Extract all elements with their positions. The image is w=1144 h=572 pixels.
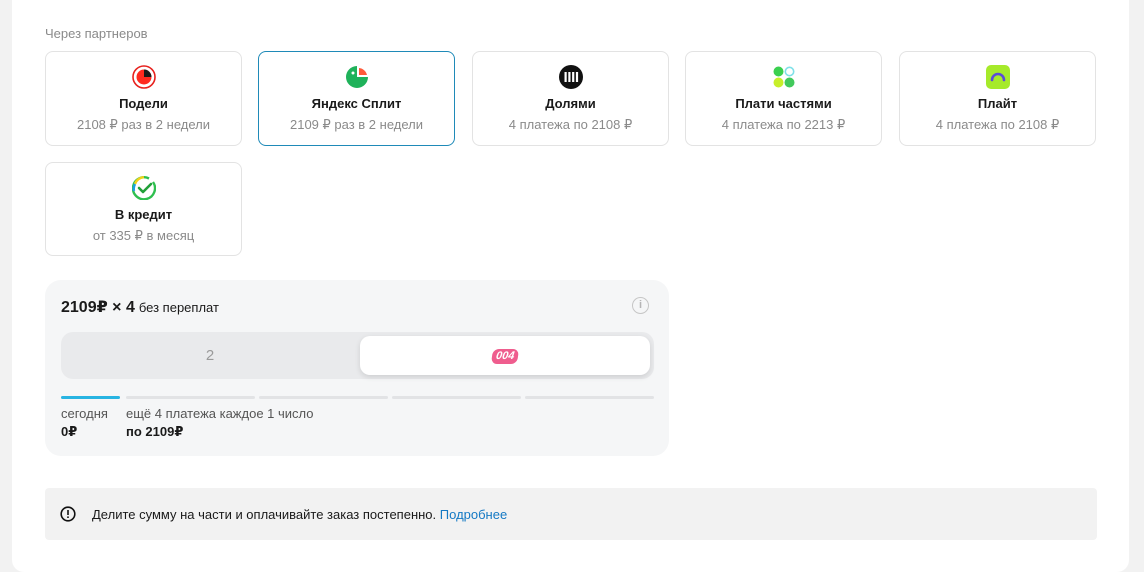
partner-card-dolyami[interactable]: Долями 4 платежа по 2108 ₽	[472, 51, 669, 146]
option-2-months[interactable]: 2	[65, 336, 355, 375]
partner-terms: 2108 ₽ раз в 2 недели	[76, 117, 210, 132]
partner-card-yandex-split[interactable]: Яндекс Сплит 2109 ₽ раз в 2 недели	[258, 51, 455, 146]
partner-card-plait[interactable]: Плайт 4 платежа по 2108 ₽	[899, 51, 1096, 146]
partner-terms: 2109 ₽ раз в 2 недели	[289, 117, 423, 132]
option-4-months[interactable]: 004	[360, 336, 650, 375]
partner-name: Яндекс Сплит	[311, 96, 402, 111]
progress-segment	[61, 396, 120, 399]
partner-terms: 4 платежа по 2108 ₽	[935, 117, 1060, 132]
progress-segment	[126, 396, 255, 399]
partner-card-podeli[interactable]: Подели 2108 ₽ раз в 2 недели	[45, 51, 242, 146]
next-payments-label: ещё 4 платежа каждое 1 число	[126, 406, 314, 421]
info-icon[interactable]: i	[632, 297, 649, 314]
split-details: 2109₽ × 4 без переплат i 2 004 сегодня 0₽…	[45, 280, 669, 456]
split-note: без переплат	[138, 300, 219, 315]
plait-logo-icon	[985, 65, 1010, 89]
promo-badge: 004	[490, 348, 520, 364]
partner-card-plati-chastyami[interactable]: Плати частями 4 платежа по 2213 ₽	[685, 51, 882, 146]
partner-name: Плайт	[977, 96, 1018, 111]
partner-terms: 4 платежа по 2213 ₽	[721, 117, 846, 132]
yandex-split-logo-icon	[345, 65, 369, 89]
partner-name: Подели	[119, 96, 168, 111]
dolyami-logo-icon	[558, 65, 583, 89]
notice-text: Делите сумму на части и оплачивайте зака…	[92, 507, 507, 522]
sber-credit-logo-icon	[131, 176, 156, 200]
progress-segment	[525, 396, 654, 399]
exclamation-circle-icon	[60, 506, 76, 522]
more-link[interactable]: Подробнее	[440, 507, 507, 522]
partner-name: Долями	[545, 96, 596, 111]
progress-segment	[392, 396, 521, 399]
plati-chastyami-logo-icon	[772, 65, 796, 89]
partner-name: Плати частями	[735, 96, 832, 111]
today-value: 0₽	[61, 424, 78, 439]
period-switch: 2 004	[61, 332, 654, 379]
split-amount: 2109₽ × 4	[61, 299, 135, 316]
partner-name: В кредит	[114, 207, 173, 222]
progress-segment	[259, 396, 388, 399]
info-notice: Делите сумму на части и оплачивайте зака…	[45, 488, 1097, 540]
podeli-logo-icon	[131, 65, 156, 89]
next-payments-value: по 2109₽	[126, 424, 184, 439]
notice-message: Делите сумму на части и оплачивайте зака…	[92, 507, 437, 522]
partner-terms: 4 платежа по 2108 ₽	[508, 117, 633, 132]
partner-card-credit[interactable]: В кредит от 335 ₽ в месяц	[45, 162, 242, 256]
split-headline: 2109₽ × 4 без переплат	[61, 297, 219, 317]
section-title: Через партнеров	[45, 26, 148, 41]
today-label: сегодня	[61, 406, 108, 421]
partner-terms: от 335 ₽ в месяц	[92, 228, 195, 243]
payment-panel: Через партнеров Подели 2108 ₽ раз в 2 не…	[12, 0, 1129, 572]
